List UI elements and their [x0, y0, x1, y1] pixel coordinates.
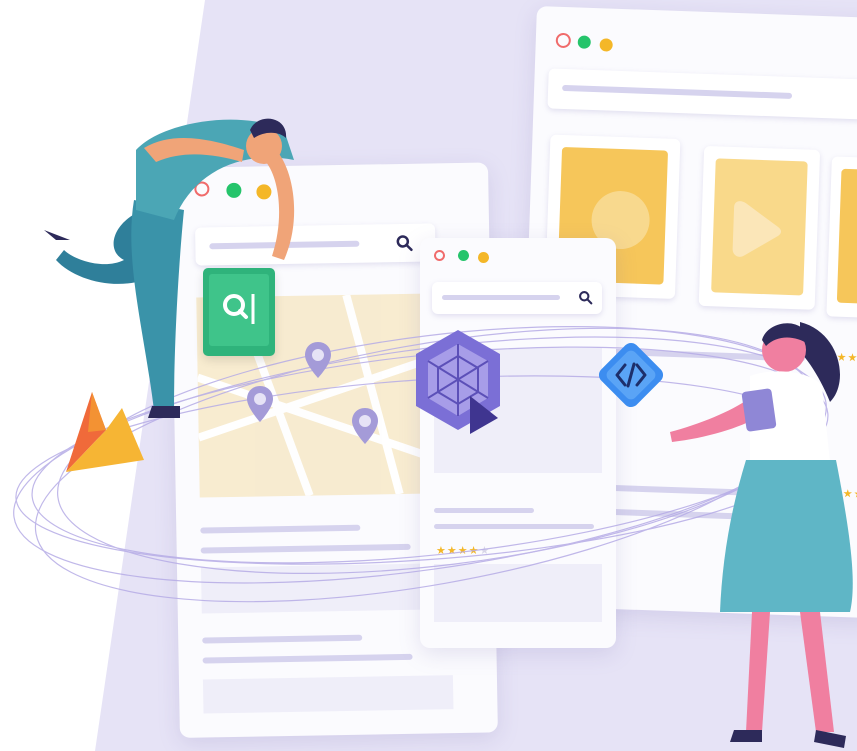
cube-play-icon[interactable]	[408, 326, 508, 436]
man-illustration	[44, 118, 295, 418]
tablet-icon	[741, 388, 777, 432]
woman-illustration	[670, 322, 853, 748]
map-pin-icon[interactable]	[349, 406, 381, 446]
